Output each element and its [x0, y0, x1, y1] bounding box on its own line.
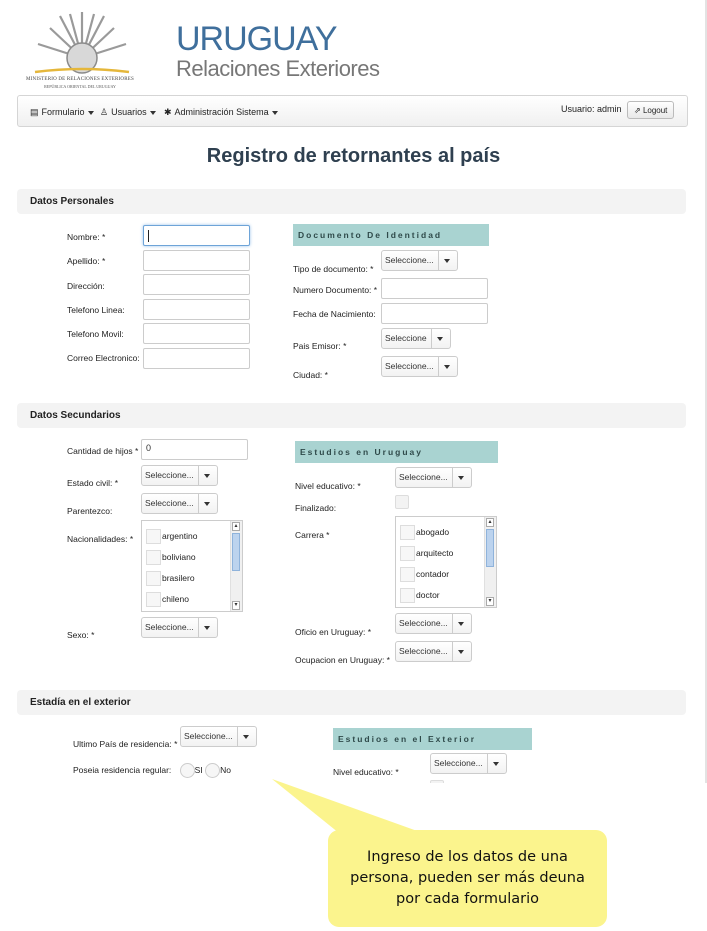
annotation-callout: Ingreso de los datos de una persona, pue… — [328, 830, 607, 927]
callout-text: Ingreso de los datos de una persona, pue… — [350, 849, 585, 907]
callout-pointer — [272, 779, 420, 850]
